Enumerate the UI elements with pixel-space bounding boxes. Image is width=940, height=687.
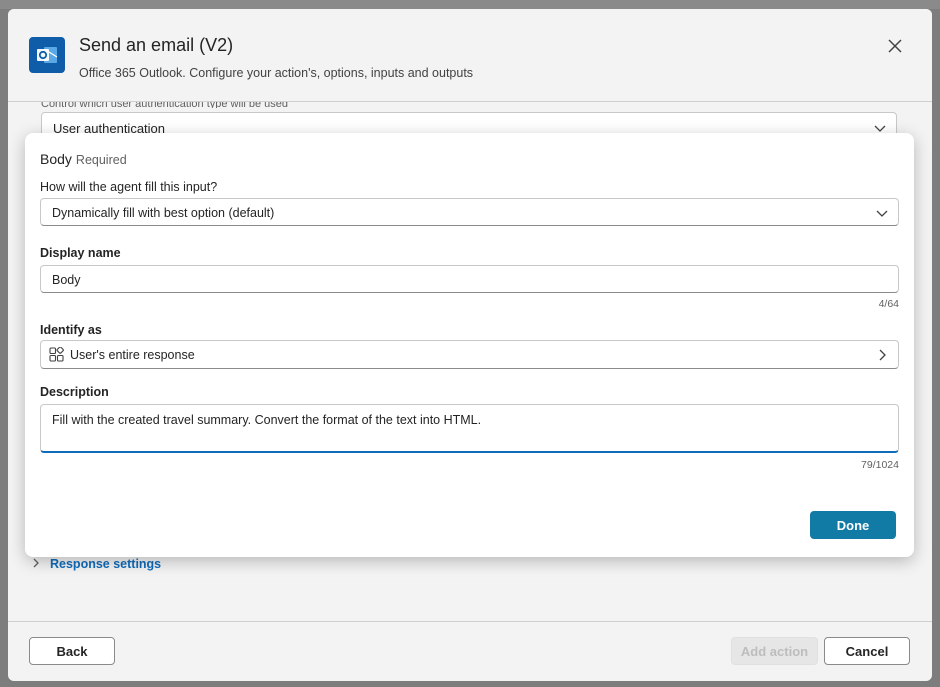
panel-title: Send an email (V2) — [79, 35, 234, 55]
outlook-icon — [29, 37, 65, 73]
background-window — [0, 0, 940, 9]
description-counter: 79/1024 — [861, 459, 899, 471]
required-badge: Required — [75, 153, 127, 167]
footer-divider — [8, 621, 932, 622]
cancel-button[interactable]: Cancel — [824, 637, 910, 665]
description-label: Description — [40, 385, 109, 399]
fill-mode-value: Dynamically fill with best option (defau… — [52, 206, 275, 220]
chevron-right-icon — [32, 557, 40, 571]
dialog-title-row: Body Required — [40, 151, 127, 167]
panel-header: Send an email (V2) Office 365 Outlook. C… — [8, 9, 932, 101]
back-button[interactable]: Back — [29, 637, 115, 665]
identify-as-selector[interactable]: User's entire response — [40, 340, 899, 369]
input-config-dialog: Body Required How will the agent fill thi… — [25, 133, 914, 557]
display-name-label: Display name — [40, 246, 121, 260]
chevron-down-icon — [876, 207, 888, 222]
dialog-title: Body — [40, 151, 72, 167]
done-button[interactable]: Done — [810, 511, 896, 539]
description-textarea[interactable]: Fill with the created travel summary. Co… — [40, 404, 899, 453]
display-name-input[interactable]: Body — [40, 265, 899, 293]
response-settings-label: Response settings — [50, 557, 162, 571]
chevron-right-icon — [876, 349, 888, 364]
display-name-counter: 4/64 — [878, 298, 899, 310]
close-icon[interactable] — [884, 35, 906, 57]
identify-as-label: Identify as — [40, 323, 102, 337]
description-value: Fill with the created travel summary. Co… — [52, 413, 482, 427]
identify-as-value: User's entire response — [70, 348, 195, 362]
panel-subtitle: Office 365 Outlook. Configure your actio… — [79, 66, 474, 80]
display-name-value: Body — [52, 273, 81, 287]
auth-hint: Control which user authentication type w… — [41, 102, 289, 108]
fill-mode-select[interactable]: Dynamically fill with best option (defau… — [40, 198, 899, 226]
fill-question-label: How will the agent fill this input? — [40, 180, 218, 194]
response-settings-toggle[interactable]: Response settings — [32, 557, 161, 571]
entity-grid-icon — [49, 346, 64, 365]
add-action-button[interactable]: Add action — [731, 637, 818, 665]
